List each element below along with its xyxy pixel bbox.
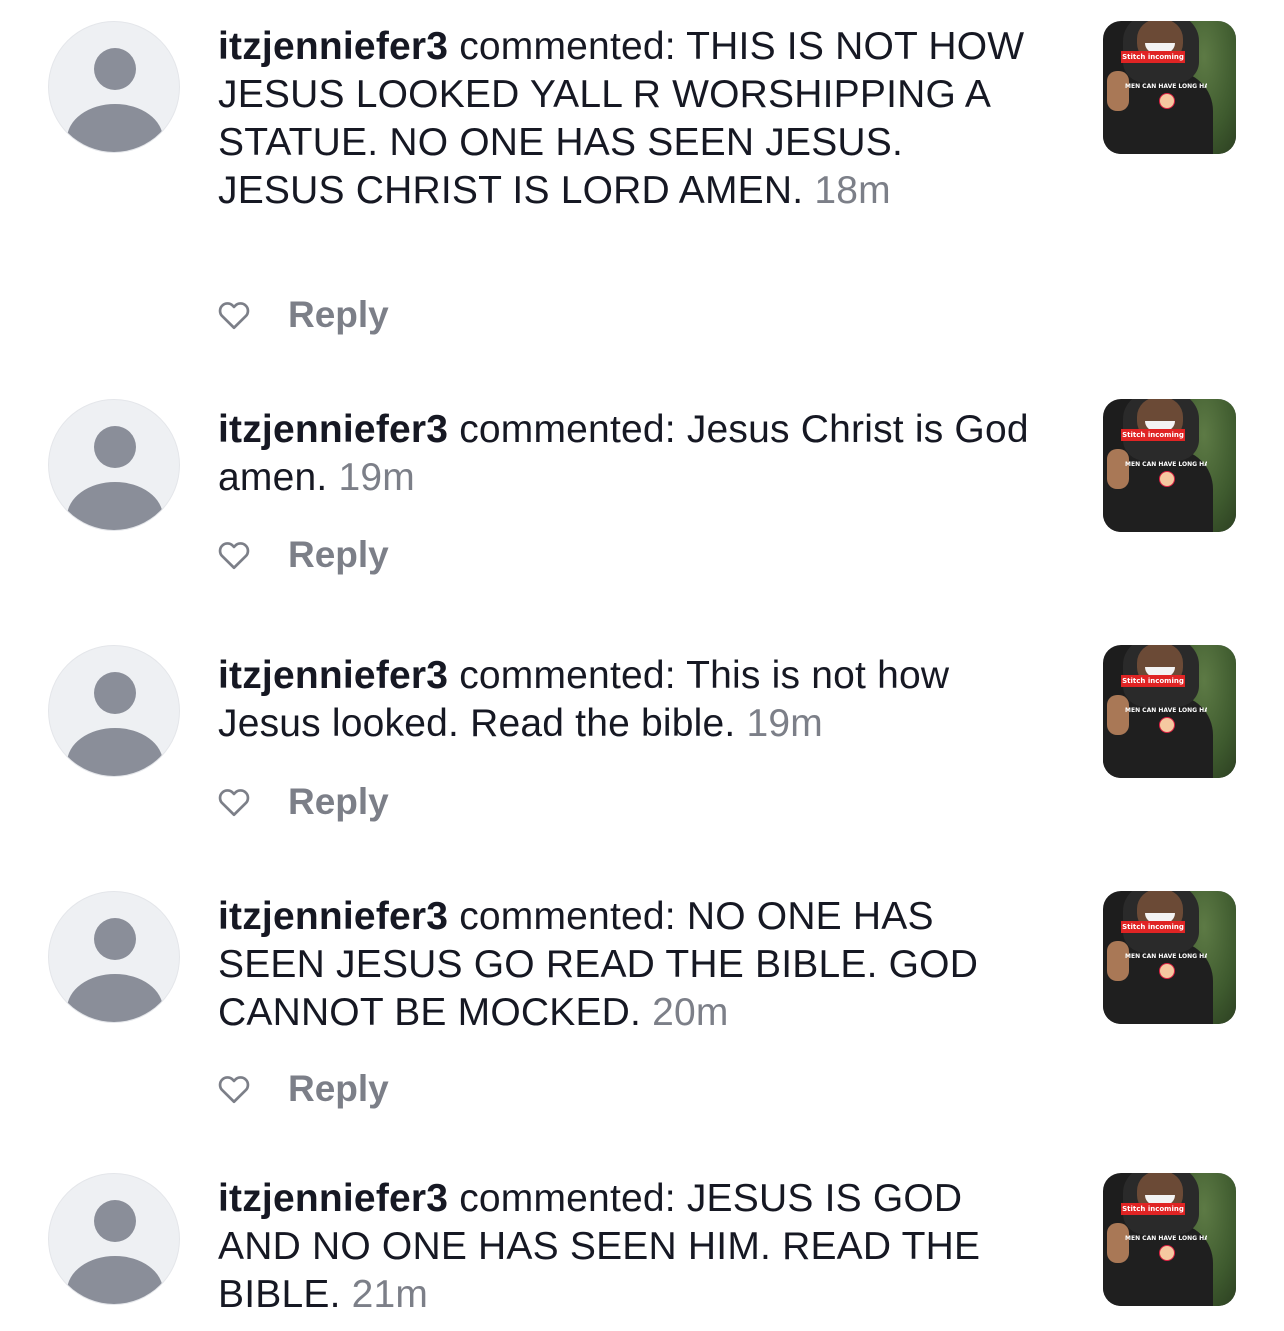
video-thumbnail[interactable]: Stitch incoming MEN CAN HAVE LONG HAIR	[1103, 645, 1236, 778]
reply-button[interactable]: Reply	[288, 781, 389, 823]
video-thumbnail[interactable]: Stitch incoming MEN CAN HAVE LONG HAIR	[1103, 21, 1236, 154]
username[interactable]: itzjenniefer3	[218, 1177, 448, 1220]
thumbnail-tag: Stitch incoming	[1121, 51, 1185, 63]
thumbnail-tag: Stitch incoming	[1121, 921, 1185, 933]
avatar-placeholder-icon	[94, 426, 136, 468]
reply-button[interactable]: Reply	[288, 294, 389, 336]
avatar[interactable]	[48, 1173, 180, 1305]
video-thumbnail[interactable]: Stitch incoming MEN CAN HAVE LONG HAIR	[1103, 399, 1236, 532]
thumbnail-caption: MEN CAN HAVE LONG HAIR	[1125, 1235, 1207, 1242]
comment-text: itzjenniefer3 commented: Jesus Christ is…	[218, 408, 1029, 499]
timestamp: 18m	[814, 169, 891, 212]
avatar[interactable]	[48, 645, 180, 777]
avatar[interactable]	[48, 399, 180, 531]
avatar-placeholder-icon	[94, 48, 136, 90]
timestamp: 19m	[746, 702, 823, 745]
comment-text: itzjenniefer3 commented: THIS IS NOT HOW…	[218, 25, 1025, 212]
heart-icon[interactable]	[216, 784, 252, 820]
comment-text: itzjenniefer3 commented: JESUS IS GOD AN…	[218, 1177, 981, 1316]
thumbnail-caption: MEN CAN HAVE LONG HAIR	[1125, 461, 1207, 468]
thumbnail-tag: Stitch incoming	[1121, 429, 1185, 441]
username[interactable]: itzjenniefer3	[218, 408, 448, 451]
emoji-icon	[1159, 717, 1175, 733]
thumbnail-caption: MEN CAN HAVE LONG HAIR	[1125, 83, 1207, 90]
emoji-icon	[1159, 471, 1175, 487]
timestamp: 21m	[351, 1273, 429, 1316]
reply-button[interactable]: Reply	[288, 534, 389, 576]
emoji-icon	[1159, 93, 1175, 109]
emoji-icon	[1159, 1245, 1175, 1261]
video-thumbnail[interactable]: Stitch incoming MEN CAN HAVE LONG HAIR	[1103, 1173, 1236, 1306]
thumbnail-tag: Stitch incoming	[1121, 1203, 1185, 1215]
thumbnail-tag: Stitch incoming	[1121, 675, 1185, 687]
username[interactable]: itzjenniefer3	[218, 25, 448, 68]
emoji-icon	[1159, 963, 1175, 979]
timestamp: 19m	[338, 456, 415, 499]
username[interactable]: itzjenniefer3	[218, 654, 448, 697]
avatar-placeholder-icon	[94, 918, 136, 960]
heart-icon[interactable]	[216, 1071, 252, 1107]
reply-button[interactable]: Reply	[288, 1068, 389, 1110]
username[interactable]: itzjenniefer3	[218, 895, 448, 938]
heart-icon[interactable]	[216, 537, 252, 573]
avatar[interactable]	[48, 891, 180, 1023]
video-thumbnail[interactable]: Stitch incoming MEN CAN HAVE LONG HAIR	[1103, 891, 1236, 1024]
heart-icon[interactable]	[216, 297, 252, 333]
comment-text: itzjenniefer3 commented: NO ONE HAS SEEN…	[218, 895, 979, 1034]
timestamp: 20m	[652, 991, 729, 1034]
avatar-placeholder-icon	[94, 672, 136, 714]
avatar-placeholder-icon	[94, 1200, 136, 1242]
thumbnail-caption: MEN CAN HAVE LONG HAIR	[1125, 953, 1207, 960]
comment-text: itzjenniefer3 commented: This is not how…	[218, 654, 950, 745]
thumbnail-caption: MEN CAN HAVE LONG HAIR	[1125, 707, 1207, 714]
avatar[interactable]	[48, 21, 180, 153]
